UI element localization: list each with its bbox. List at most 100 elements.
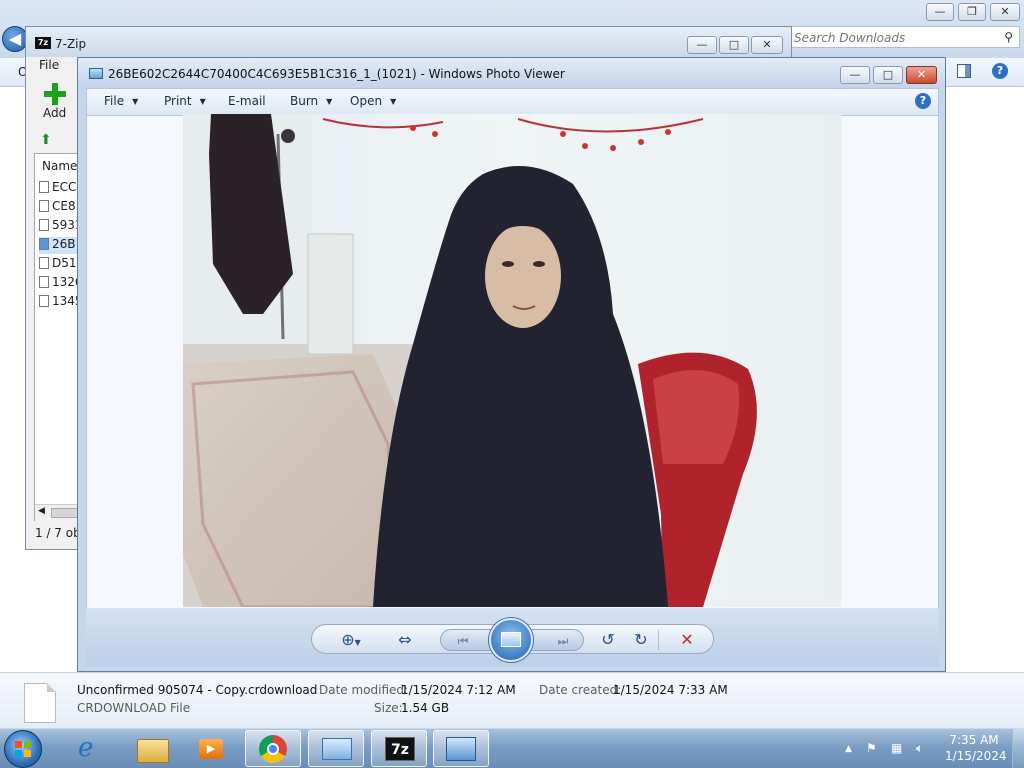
column-header-name[interactable]: Name — [42, 159, 77, 173]
photo-viewer-app-icon — [89, 68, 103, 79]
help-icon[interactable]: ? — [992, 63, 1008, 79]
displayed-photo — [183, 114, 841, 607]
search-icon[interactable]: ⚲ — [1004, 30, 1013, 44]
zoom-icon[interactable]: ⊕▼ — [336, 629, 366, 651]
list-item[interactable]: ECC — [39, 180, 77, 197]
search-box[interactable]: ⚲ — [787, 26, 1020, 48]
chevron-down-icon: ▼ — [326, 97, 333, 106]
next-icon[interactable]: ⏭ — [551, 630, 575, 652]
scroll-thumb[interactable] — [51, 508, 78, 518]
list-item-selected[interactable]: 26B — [39, 237, 77, 254]
menu-print[interactable]: Print ▼ — [164, 94, 206, 108]
chevron-down-icon: ▼ — [390, 97, 397, 106]
add-icon[interactable] — [44, 83, 66, 105]
7zip-icon: 7z — [385, 737, 415, 761]
image-file-icon — [39, 238, 49, 250]
file-icon — [39, 257, 49, 269]
date-created-label: Date created: — [539, 683, 622, 697]
7zip-title: 7-Zip — [55, 37, 87, 51]
internet-explorer-icon: e — [78, 733, 94, 763]
volume-icon[interactable]: 🔈︎ — [916, 741, 923, 756]
previous-icon[interactable]: ⏮ — [451, 630, 475, 652]
chevron-down-icon: ▼ — [199, 97, 206, 106]
windows-logo-icon — [15, 741, 22, 748]
taskbar-7zip[interactable]: 7z — [371, 730, 427, 767]
windows-logo-part — [24, 750, 31, 757]
photo-viewer-title: 26BE602C2644C70400C4C693E5B1C316_1_(1021… — [108, 67, 565, 81]
list-item[interactable]: 1345 — [39, 294, 77, 311]
list-item[interactable]: 5931 — [39, 218, 77, 235]
taskbar-chrome[interactable] — [245, 730, 301, 767]
horizontal-scrollbar[interactable]: ◀ — [35, 504, 78, 521]
7zip-app-icon: 7z — [35, 37, 51, 49]
taskbar-media-player[interactable]: ▶ — [182, 730, 238, 767]
7zip-close-button[interactable]: ✕ — [751, 36, 783, 54]
search-input[interactable] — [792, 28, 1001, 48]
menu-email[interactable]: E-mail — [228, 94, 266, 108]
file-icon — [24, 683, 56, 723]
size-label: Size: — [374, 701, 403, 715]
photo-viewer-icon — [446, 737, 476, 761]
clock-date: 1/15/2024 — [945, 749, 1007, 763]
divider — [658, 630, 659, 650]
up-folder-icon[interactable]: ⬆ — [40, 132, 52, 148]
viewer-close-button[interactable]: ✕ — [906, 66, 937, 84]
control-panel-icon — [322, 738, 352, 760]
explorer-restore-button[interactable]: ❐ — [958, 3, 986, 21]
slideshow-button[interactable] — [489, 618, 533, 662]
viewer-help-icon[interactable]: ? — [915, 93, 931, 109]
file-icon — [39, 181, 49, 193]
date-modified-label: Date modified: — [319, 683, 409, 697]
file-icon — [39, 200, 49, 212]
7zip-maximize-button[interactable]: □ — [719, 36, 749, 54]
selected-file-type: CRDOWNLOAD File — [77, 701, 191, 715]
7zip-titlebar — [26, 27, 791, 57]
file-icon — [39, 276, 49, 288]
action-center-flag-icon[interactable]: ⚑ — [866, 741, 877, 755]
gear-file-icon — [39, 295, 49, 307]
7zip-menu-file[interactable]: File — [39, 58, 59, 72]
explorer-close-button[interactable]: ✕ — [990, 3, 1020, 21]
chrome-icon-center — [267, 743, 279, 755]
slideshow-icon — [501, 632, 521, 647]
list-item[interactable]: 1326 — [39, 275, 77, 292]
size-value: 1.54 GB — [401, 701, 450, 715]
menu-burn[interactable]: Burn ▼ — [290, 94, 332, 108]
7zip-minimize-button[interactable]: — — [687, 36, 717, 54]
7zip-file-list: Name ECC CE8 5931 26B D51 1326 1345 ◀ — [34, 153, 79, 521]
windows-logo-part — [24, 741, 31, 748]
media-player-icon: ▶ — [199, 739, 223, 759]
network-icon[interactable]: ▦ — [891, 741, 902, 755]
preview-pane-icon[interactable] — [957, 64, 971, 78]
selected-file-name: Unconfirmed 905074 - Copy.crdownload — [77, 683, 318, 697]
list-item[interactable]: CE8 — [39, 199, 77, 216]
list-item[interactable]: D51 — [39, 256, 77, 273]
menu-file[interactable]: File ▼ — [104, 94, 138, 108]
taskbar-control-panel[interactable] — [308, 730, 364, 767]
explorer-minimize-button[interactable]: — — [926, 3, 954, 21]
taskbar-file-explorer[interactable] — [122, 730, 178, 767]
taskbar-internet-explorer[interactable]: e — [62, 730, 118, 767]
windows-logo-part — [15, 750, 22, 757]
rotate-counterclockwise-icon[interactable]: ↺ — [597, 629, 619, 651]
show-hidden-icons-icon[interactable]: ▲ — [845, 744, 852, 754]
rotate-clockwise-icon[interactable]: ↻ — [630, 629, 652, 651]
clock-time: 7:35 AM — [949, 733, 999, 747]
menu-open[interactable]: Open ▼ — [350, 94, 396, 108]
chrome-icon — [259, 735, 287, 763]
clock[interactable]: 7:35 AM 1/15/2024 — [945, 732, 1007, 764]
show-desktop-button[interactable] — [1012, 729, 1024, 768]
date-modified-value: 1/15/2024 7:12 AM — [401, 683, 516, 697]
taskbar-photo-viewer[interactable] — [433, 730, 489, 767]
date-created-value: 1/15/2024 7:33 AM — [613, 683, 728, 697]
start-button[interactable] — [4, 730, 42, 768]
viewer-maximize-button[interactable]: □ — [873, 66, 903, 84]
add-button-label[interactable]: Add — [43, 106, 66, 120]
photo-viewer-menubar: File ▼ Print ▼ E-mail Burn ▼ Open ▼ ? — [86, 88, 939, 116]
actual-size-icon[interactable]: ⇔ — [394, 629, 416, 651]
delete-icon[interactable]: ✕ — [676, 629, 698, 651]
viewer-minimize-button[interactable]: — — [840, 66, 870, 84]
scroll-left-icon[interactable]: ◀ — [38, 506, 45, 516]
photo-controls: ⊕▼ ⇔ ⏮ ⏭ ↺ ↻ ✕ — [311, 618, 714, 662]
chevron-down-icon: ▼ — [132, 97, 139, 106]
